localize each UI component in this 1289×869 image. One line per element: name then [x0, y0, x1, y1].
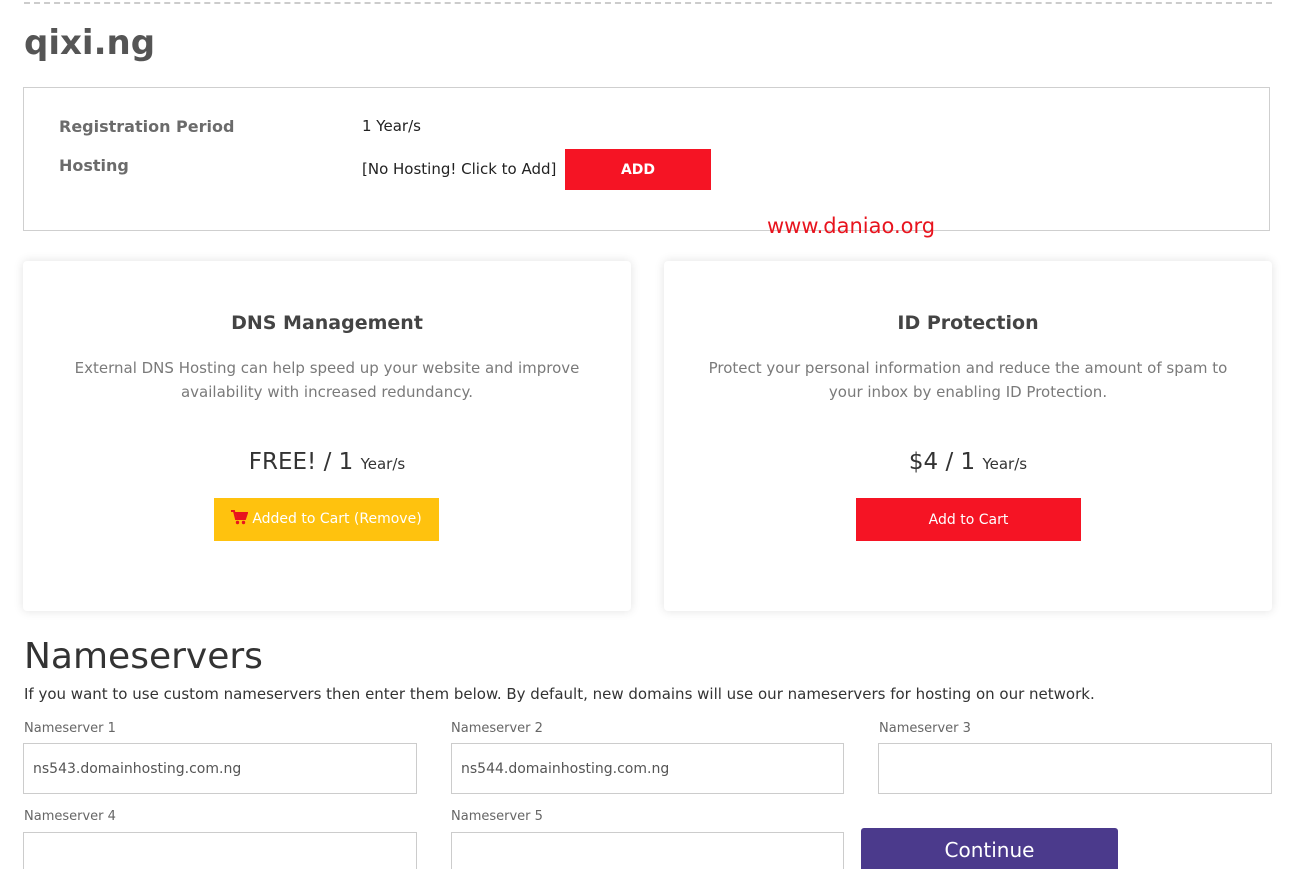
hosting-value: [No Hosting! Click to Add] — [362, 160, 557, 178]
registration-period-label: Registration Period — [59, 117, 235, 136]
top-divider — [24, 2, 1272, 4]
addon-price-amount: FREE! / 1 — [248, 449, 354, 475]
addon-price-amount: $4 / 1 — [908, 449, 976, 475]
nameserver-5-label: Nameserver 5 — [451, 809, 543, 824]
nameserver-1-label: Nameserver 1 — [24, 721, 116, 736]
addon-title: ID Protection — [897, 312, 1039, 334]
nameservers-heading: Nameservers — [24, 636, 263, 677]
nameservers-description: If you want to use custom nameservers th… — [24, 685, 1095, 703]
nameserver-4-input[interactable] — [23, 832, 417, 869]
domain-config-box: Registration Period 1 Year/s Hosting [No… — [23, 87, 1270, 231]
domain-title: qixi.ng — [24, 23, 156, 63]
nameserver-3-input[interactable] — [878, 743, 1272, 794]
addon-price: $4 / 1 Year/s — [664, 447, 1272, 479]
watermark-text: www.daniao.org — [767, 214, 936, 238]
addon-description: Protect your personal information and re… — [708, 359, 1228, 401]
nameserver-2-input[interactable] — [451, 743, 844, 794]
remove-from-cart-button[interactable]: Added to Cart (Remove) — [214, 498, 439, 541]
addon-price-period: Year/s — [982, 455, 1028, 473]
hosting-label: Hosting — [59, 156, 129, 175]
addon-card-id-protection: ID Protection Protect your personal info… — [664, 261, 1272, 611]
continue-button[interactable]: Continue — [861, 828, 1118, 869]
addon-title: DNS Management — [231, 312, 423, 334]
add-to-cart-button[interactable]: Add to Cart — [856, 498, 1081, 541]
add-hosting-button[interactable]: ADD — [565, 149, 711, 190]
addon-description: External DNS Hosting can help speed up y… — [74, 359, 580, 401]
addon-price: FREE! / 1 Year/s — [23, 447, 631, 479]
nameserver-2-label: Nameserver 2 — [451, 721, 543, 736]
nameserver-4-label: Nameserver 4 — [24, 809, 116, 824]
remove-from-cart-label: Added to Cart (Remove) — [252, 511, 422, 527]
domain-config-page: qixi.ng Registration Period 1 Year/s Hos… — [0, 0, 1289, 869]
addon-price-period: Year/s — [360, 455, 406, 473]
nameserver-3-label: Nameserver 3 — [879, 721, 971, 736]
addon-card-dns-management: DNS Management External DNS Hosting can … — [23, 261, 631, 611]
nameserver-1-input[interactable] — [23, 743, 417, 794]
nameserver-5-input[interactable] — [451, 832, 844, 869]
registration-period-value: 1 Year/s — [362, 117, 421, 135]
shopping-cart-icon — [231, 510, 249, 529]
